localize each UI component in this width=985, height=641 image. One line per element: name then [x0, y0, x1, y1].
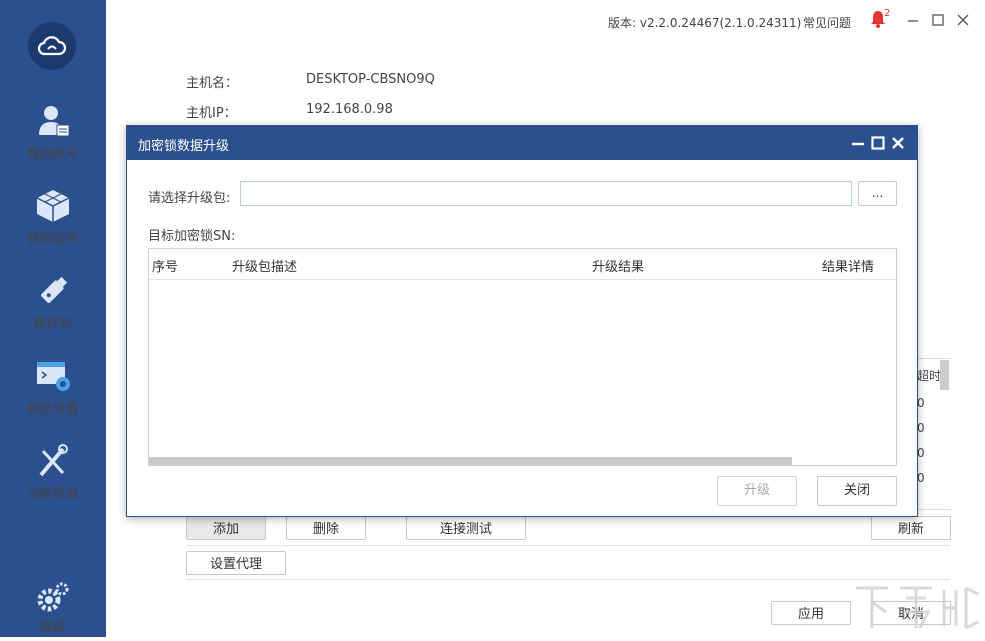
column-header-index[interactable]: 序号	[152, 256, 178, 275]
add-button[interactable]: 添加	[186, 516, 266, 540]
version-text: 版本: v2.2.0.24467(2.1.0.24311)	[608, 16, 802, 30]
host-name-value: DESKTOP-CBSNO9Q	[306, 72, 435, 87]
package-path-input[interactable]	[240, 181, 852, 206]
sidebar-item-label: 我的账号	[26, 147, 79, 162]
host-ip-label: 主机IP：	[186, 106, 237, 121]
sidebar-item-software[interactable]: 我的软件	[0, 188, 106, 266]
sidebar-item-diagnose[interactable]: 诊断修复	[0, 443, 106, 521]
software-icon	[33, 188, 73, 224]
minimize-icon[interactable]	[905, 12, 921, 28]
horizontal-scrollbar[interactable]	[149, 457, 792, 465]
column-header-detail[interactable]: 结果详情	[822, 256, 874, 275]
sidebar-item-account[interactable]: 我的账号	[0, 103, 106, 181]
upgrade-table: 序号 升级包描述 升级结果 结果详情	[148, 248, 897, 466]
host-name-label: 主机名：	[186, 76, 239, 91]
watermark-logo	[848, 578, 985, 637]
target-sn-label: 目标加密锁SN:	[148, 229, 236, 244]
set-proxy-button[interactable]: 设置代理	[186, 551, 286, 575]
sidebar-item-label: 服务设置	[26, 402, 79, 417]
sidebar-item-label: 诊断修复	[26, 487, 79, 502]
delete-button[interactable]: 删除	[286, 516, 366, 540]
dialog-close-icon[interactable]	[891, 136, 905, 150]
sidebar-item-advanced[interactable]: 高级	[0, 580, 106, 637]
refresh-button[interactable]: 刷新	[871, 516, 951, 540]
table-scrollbar[interactable]	[940, 360, 949, 390]
column-header-result[interactable]: 升级结果	[592, 256, 644, 275]
connection-test-button[interactable]: 连接测试	[406, 516, 526, 540]
timeout-column-header: 超时	[917, 369, 942, 383]
host-ip-value: 192.168.0.98	[306, 102, 393, 117]
sidebar-item-label: 我的软件	[26, 232, 79, 247]
browse-button[interactable]: ...	[858, 181, 897, 206]
divider	[186, 579, 950, 580]
sidebar: 我的账号 我的软件 硬件锁 服务设置 诊断修复 高级	[0, 0, 106, 637]
table-header: 序号 升级包描述 升级结果 结果详情	[149, 249, 896, 280]
dialog-minimize-icon[interactable]	[851, 136, 865, 150]
maximize-icon[interactable]	[930, 12, 946, 28]
column-header-description[interactable]: 升级包描述	[232, 256, 297, 275]
upgrade-button[interactable]: 升级	[717, 476, 797, 506]
faq-link[interactable]: 常见问题	[803, 14, 851, 31]
sidebar-item-label: 硬件锁	[33, 317, 73, 332]
sidebar-item-label: 高级	[39, 620, 66, 635]
divider	[186, 545, 950, 546]
sidebar-item-hardware-lock[interactable]: 硬件锁	[0, 273, 106, 351]
apply-button[interactable]: 应用	[771, 601, 851, 625]
dialog-maximize-icon[interactable]	[871, 136, 885, 150]
advanced-gear-icon	[33, 580, 73, 614]
table-cell: 0	[917, 471, 925, 485]
diagnose-icon	[33, 443, 73, 479]
close-button[interactable]: 关闭	[817, 476, 897, 506]
dialog-title: 加密锁数据升级	[138, 139, 230, 154]
dialog-title-bar[interactable]: 加密锁数据升级	[127, 126, 917, 160]
close-window-icon[interactable]	[955, 12, 971, 28]
service-settings-icon	[33, 358, 73, 394]
account-icon	[33, 103, 73, 139]
upgrade-dialog: 加密锁数据升级 请选择升级包: ... 目标加密锁SN: 序号 升级包描述 升级…	[126, 125, 918, 517]
table-cell: 0	[917, 421, 925, 435]
usb-key-icon	[33, 273, 73, 309]
sidebar-item-service-settings[interactable]: 服务设置	[0, 358, 106, 436]
table-cell: 0	[917, 446, 925, 460]
table-cell: 0	[917, 396, 925, 410]
package-label: 请选择升级包:	[148, 191, 231, 206]
notification-count: 2	[884, 8, 891, 19]
cloud-logo-icon	[28, 22, 76, 70]
